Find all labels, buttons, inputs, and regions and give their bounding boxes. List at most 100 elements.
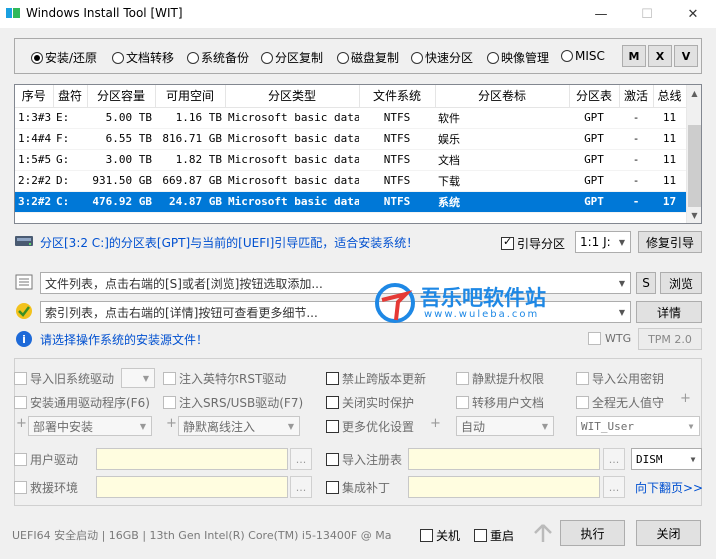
radio[interactable] xyxy=(187,51,199,64)
restart-checkbox[interactable]: 重启 xyxy=(474,527,514,544)
inject-intel-rst-checkbox[interactable]: 注入英特尔RST驱动 xyxy=(163,370,286,387)
table-row[interactable]: 1:3#3 E: 5.00 TB 1.16 TB Microsoft basic dat… xyxy=(15,107,686,129)
col-header[interactable]: 盘符 xyxy=(53,85,88,108)
col-header[interactable]: 分区卷标 xyxy=(435,85,570,108)
maximize-button[interactable]: ☐ xyxy=(624,0,670,28)
table-row[interactable]: 2:2#2 D: 931.50 GB 669.87 GB Microsoft basic… xyxy=(15,170,686,192)
checkbox[interactable] xyxy=(576,396,589,409)
scroll-down-icon[interactable]: ▼ xyxy=(686,207,701,223)
dism-select[interactable]: DISM ▼ xyxy=(631,448,702,470)
transfer-user-docs-checkbox[interactable]: 转移用户文档 xyxy=(456,394,544,411)
tpm-button[interactable]: TPM 2.0 xyxy=(638,328,702,350)
s-button[interactable]: S xyxy=(636,272,656,294)
checkbox[interactable] xyxy=(576,372,589,385)
unattended-checkbox[interactable]: 全程无人值守 xyxy=(576,394,664,411)
radio[interactable] xyxy=(561,50,573,62)
user-driver-browse-button[interactable]: ... xyxy=(290,448,312,470)
execute-button[interactable]: 执行 xyxy=(560,520,625,546)
mode-disk-copy[interactable]: 磁盘复制 xyxy=(337,49,399,66)
shutdown-checkbox[interactable]: 关机 xyxy=(420,527,460,544)
close-button[interactable]: 关闭 xyxy=(636,520,701,546)
checkbox[interactable] xyxy=(14,372,27,385)
plus-icon[interactable]: + xyxy=(16,416,27,431)
details-button[interactable]: 详情 xyxy=(636,301,702,323)
partition-table[interactable]: 序号 盘符 分区容量 可用空间 分区类型 文件系统 分区卷标 分区表 激活 总线… xyxy=(14,84,702,224)
checkbox[interactable] xyxy=(326,396,339,409)
block-cross-version-checkbox[interactable]: 禁止跨版本更新 xyxy=(326,370,426,387)
mode-install-restore[interactable]: 安装/还原 xyxy=(31,49,97,66)
integrate-patch-input[interactable] xyxy=(408,476,600,498)
user-driver-checkbox[interactable]: 用户驱动 xyxy=(14,451,78,468)
arrow-up-icon[interactable] xyxy=(532,522,554,544)
col-header[interactable]: 文件系统 xyxy=(359,85,436,108)
radio[interactable] xyxy=(411,51,423,64)
repair-boot-button[interactable]: 修复引导 xyxy=(638,231,702,253)
checkbox[interactable] xyxy=(14,396,27,409)
disable-realtime-protection-checkbox[interactable]: 关闭实时保护 xyxy=(326,394,414,411)
plus-icon[interactable]: + xyxy=(430,416,441,431)
col-header[interactable]: 序号 xyxy=(15,85,54,108)
table-row-selected[interactable]: 3:2#2 C: 476.92 GB 24.87 GB Microsoft basic … xyxy=(15,191,686,213)
import-old-drivers-checkbox[interactable]: 导入旧系统驱动 xyxy=(14,370,114,387)
minimize-button[interactable]: — xyxy=(578,0,624,28)
rescue-env-input[interactable] xyxy=(96,476,288,498)
x-button[interactable]: X xyxy=(648,45,672,67)
checkbox[interactable] xyxy=(163,396,176,409)
table-row[interactable]: 1:5#5 G: 3.00 TB 1.82 TB Microsoft basic dat… xyxy=(15,149,686,171)
radio[interactable] xyxy=(112,51,124,64)
inject-srs-usb-checkbox[interactable]: 注入SRS/USB驱动(F7) xyxy=(163,394,303,411)
wtg-checkbox[interactable]: WTG xyxy=(588,332,631,345)
checkbox-checked[interactable] xyxy=(501,235,514,250)
next-page-link[interactable]: 向下翻页>> xyxy=(635,479,703,496)
radio[interactable] xyxy=(487,51,499,64)
mode-image-manage[interactable]: 映像管理 xyxy=(487,49,549,66)
close-window-button[interactable]: ✕ xyxy=(670,0,716,28)
deploy-select[interactable]: 部署中安装 ▼ xyxy=(28,416,152,436)
checkbox[interactable] xyxy=(588,332,601,345)
checkbox[interactable] xyxy=(326,372,339,385)
scroll-thumb[interactable] xyxy=(688,125,701,207)
mode-partition-copy[interactable]: 分区复制 xyxy=(261,49,323,66)
browse-button[interactable]: 浏览 xyxy=(660,272,702,294)
col-header[interactable]: 分区表 xyxy=(569,85,620,108)
table-row[interactable]: 1:4#4 F: 6.55 TB 816.71 GB Microsoft basic d… xyxy=(15,128,686,150)
silent-inject-select[interactable]: 静默离线注入 ▼ xyxy=(178,416,300,436)
mode-misc[interactable]: MISC xyxy=(561,49,605,63)
integrate-patch-browse-button[interactable]: ... xyxy=(603,476,625,498)
more-optimizations-checkbox[interactable]: 更多优化设置 xyxy=(326,418,414,435)
m-button[interactable]: M xyxy=(622,45,646,67)
checkbox[interactable] xyxy=(163,372,176,385)
user-select[interactable]: WIT_User ▼ xyxy=(576,416,700,436)
checkbox[interactable] xyxy=(474,529,487,542)
import-registry-browse-button[interactable]: ... xyxy=(603,448,625,470)
checkbox[interactable] xyxy=(326,420,339,433)
old-drivers-select[interactable]: ▼ xyxy=(121,368,155,388)
radio[interactable] xyxy=(337,51,349,64)
radio[interactable] xyxy=(261,51,273,64)
checkbox[interactable] xyxy=(326,481,339,494)
col-header[interactable]: 激活 xyxy=(619,85,654,108)
col-header[interactable]: 分区容量 xyxy=(87,85,156,108)
rescue-env-checkbox[interactable]: 救援环境 xyxy=(14,479,78,496)
plus-icon[interactable]: + xyxy=(166,416,177,431)
plus-icon[interactable]: + xyxy=(680,391,691,406)
mode-system-backup[interactable]: 系统备份 xyxy=(187,49,249,66)
checkbox[interactable] xyxy=(420,529,433,542)
v-button[interactable]: V xyxy=(674,45,698,67)
checkbox[interactable] xyxy=(14,481,27,494)
mode-doc-transfer[interactable]: 文档转移 xyxy=(112,49,174,66)
import-public-key-checkbox[interactable]: 导入公用密钥 xyxy=(576,370,664,387)
boot-partition-checkbox[interactable]: 引导分区 xyxy=(501,235,565,252)
import-registry-input[interactable] xyxy=(408,448,600,470)
scroll-up-icon[interactable]: ▲ xyxy=(686,85,701,101)
auto-select[interactable]: 自动 ▼ xyxy=(456,416,554,436)
checkbox[interactable] xyxy=(456,372,469,385)
col-header[interactable]: 分区类型 xyxy=(225,85,360,108)
mode-quick-partition[interactable]: 快速分区 xyxy=(411,49,473,66)
checkbox[interactable] xyxy=(14,453,27,466)
col-header[interactable]: 可用空间 xyxy=(155,85,226,108)
radio-selected[interactable] xyxy=(31,51,43,64)
checkbox[interactable] xyxy=(326,453,339,466)
silent-elevate-checkbox[interactable]: 静默提升权限 xyxy=(456,370,544,387)
user-driver-input[interactable] xyxy=(96,448,288,470)
